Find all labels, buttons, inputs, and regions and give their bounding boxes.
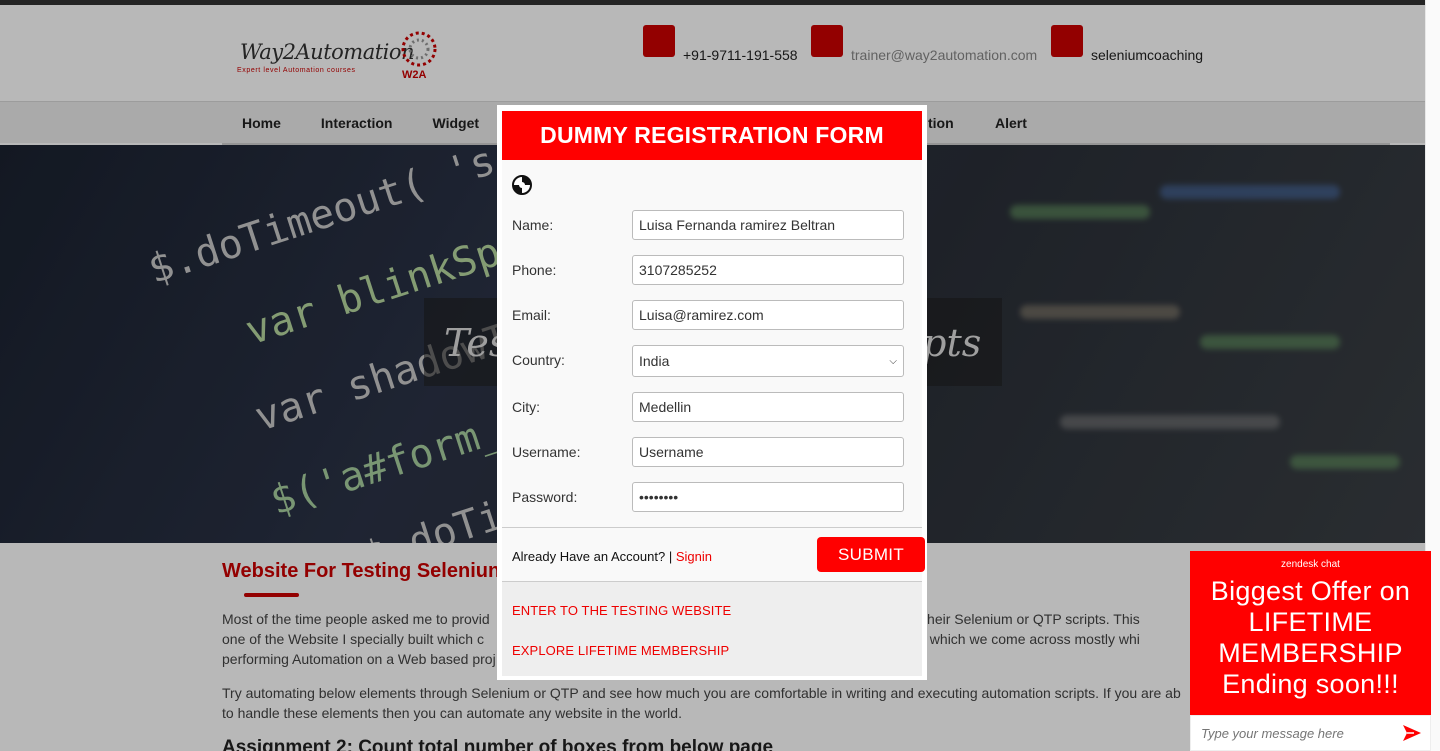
- username-label: Username:: [512, 444, 581, 460]
- chat-offer-text: Biggest Offer on LIFETIME MEMBERSHIP End…: [1210, 576, 1411, 699]
- country-row: Country: India ⌵: [512, 345, 904, 377]
- email-label: Email:: [512, 307, 551, 323]
- username-row: Username:: [512, 437, 904, 467]
- zendesk-chat-widget[interactable]: zendesk chat Biggest Offer on LIFETIME M…: [1190, 551, 1431, 751]
- registration-modal: DUMMY REGISTRATION FORM Name: Phone: Ema…: [497, 105, 927, 680]
- explore-membership-link[interactable]: EXPLORE LIFETIME MEMBERSHIP: [512, 643, 729, 658]
- password-label: Password:: [512, 489, 578, 505]
- country-select[interactable]: India ⌵: [632, 345, 904, 377]
- email-row: Email:: [512, 300, 904, 330]
- name-field[interactable]: [632, 210, 904, 240]
- signin-link[interactable]: Signin: [676, 549, 712, 564]
- send-arrow-icon[interactable]: [1402, 724, 1422, 742]
- chat-message-input[interactable]: [1191, 716, 1396, 750]
- password-field[interactable]: [632, 482, 904, 512]
- w2a-logo-icon: [512, 175, 532, 195]
- country-label: Country:: [512, 352, 565, 368]
- city-label: City:: [512, 399, 540, 415]
- modal-links-area: [502, 582, 922, 676]
- already-text: Already Have an Account? |: [512, 549, 673, 564]
- form-divider: [502, 527, 922, 528]
- chat-input-bar: [1190, 715, 1431, 751]
- password-row: Password:: [512, 482, 904, 512]
- already-account: Already Have an Account? | Signin: [512, 549, 712, 564]
- phone-label: Phone:: [512, 262, 557, 278]
- chevron-down-icon: ⌵: [889, 355, 897, 367]
- city-field[interactable]: [632, 392, 904, 422]
- name-row: Name:: [512, 210, 904, 240]
- enter-testing-website-link[interactable]: ENTER TO THE TESTING WEBSITE: [512, 603, 731, 618]
- modal-title: DUMMY REGISTRATION FORM: [502, 111, 922, 160]
- name-label: Name:: [512, 217, 554, 233]
- submit-button[interactable]: SUBMIT: [817, 537, 925, 572]
- username-field[interactable]: [632, 437, 904, 467]
- country-value: India: [639, 353, 670, 369]
- phone-row: Phone:: [512, 255, 904, 285]
- links-divider: [502, 581, 922, 582]
- city-row: City:: [512, 392, 904, 422]
- phone-field[interactable]: [632, 255, 904, 285]
- chat-brand: zendesk chat: [1281, 559, 1340, 570]
- email-field[interactable]: [632, 300, 904, 330]
